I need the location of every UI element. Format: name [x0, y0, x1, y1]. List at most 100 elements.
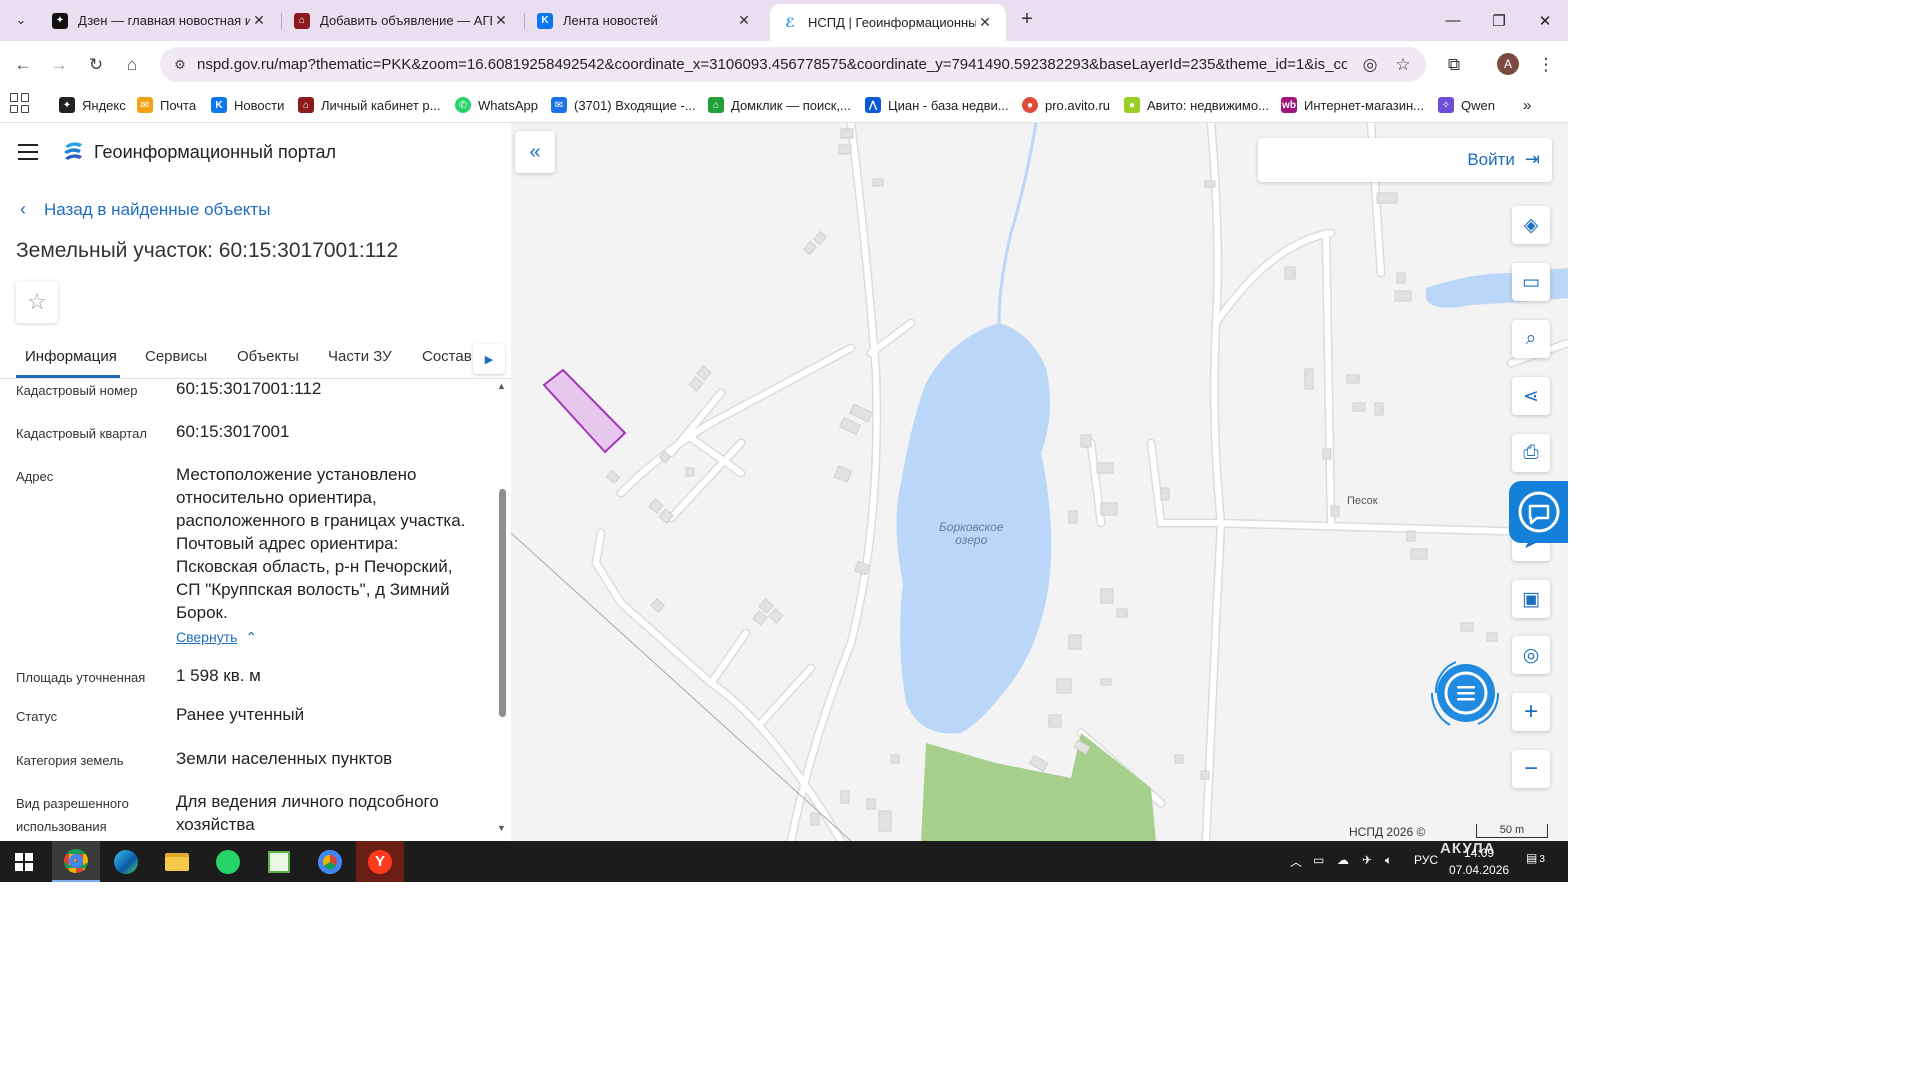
scrollbar-thumb[interactable]: [499, 489, 506, 717]
portal-logo-icon: [64, 142, 82, 160]
land-category-value: Земли населенных пунктов: [176, 749, 393, 768]
tab-composition[interactable]: Состав: [422, 348, 472, 365]
scroll-down-arrow-icon[interactable]: ▼: [497, 823, 506, 833]
collapse-address-link[interactable]: Свернуть ⌃: [176, 629, 257, 646]
photos-taskbar-icon[interactable]: [255, 841, 303, 882]
yandex-browser-icon[interactable]: Y: [356, 841, 404, 882]
share-icon[interactable]: ⋖: [1512, 377, 1550, 415]
bookmark-qwen[interactable]: ✧ Qwen: [1438, 94, 1495, 116]
bookmark-whatsapp[interactable]: ✆ WhatsApp: [455, 94, 538, 116]
login-button[interactable]: Войти ⇥: [1467, 149, 1540, 170]
battery-icon[interactable]: ▭: [1313, 853, 1324, 867]
bookmark-star-icon[interactable]: ☆: [1392, 54, 1414, 76]
support-chat-button[interactable]: [1509, 481, 1568, 543]
tab-dzen[interactable]: ✦ Дзен — главная новостная ин ✕: [40, 0, 280, 41]
back-arrow-icon[interactable]: ←: [10, 52, 36, 78]
tab-information[interactable]: Информация: [25, 348, 117, 365]
more-bookmarks-chevron-icon[interactable]: »: [1523, 94, 1531, 116]
bookmark-wildberries[interactable]: wb Интернет-магазин...: [1281, 94, 1424, 116]
layers-icon[interactable]: ◈: [1512, 206, 1550, 244]
tab-vk-feed[interactable]: K Лента новостей ✕: [525, 0, 765, 41]
volume-icon[interactable]: 🔈︎: [1385, 853, 1392, 868]
favorite-star-icon[interactable]: ☆: [16, 281, 58, 323]
wildberries-icon: wb: [1281, 97, 1297, 113]
cian-icon: ⋀: [865, 97, 881, 113]
print-icon[interactable]: ⎙: [1512, 434, 1550, 472]
tab-agency[interactable]: ⌂ Добавить объявление — АГЕН ✕: [282, 0, 522, 41]
windows-taskbar: Y ︿ ▭ ☁ ✈ 🔈︎ РУС 14:09 07.04.2026 ▤ 3: [0, 841, 1568, 882]
avito-icon: ●: [1124, 97, 1140, 113]
edge-taskbar-icon[interactable]: [102, 841, 150, 882]
bookmark-domclick[interactable]: ⌂ Домклик — поиск,...: [708, 94, 851, 116]
cloud-icon[interactable]: ☁: [1337, 853, 1349, 867]
close-tab-icon[interactable]: ✕: [735, 12, 753, 29]
minimize-icon[interactable]: —: [1430, 0, 1476, 41]
notifications-icon[interactable]: ▤ 3: [1526, 851, 1545, 865]
language-indicator[interactable]: РУС: [1414, 853, 1438, 867]
bookmark-yandex[interactable]: ✦ Яндекс: [59, 94, 126, 116]
restore-icon[interactable]: ❐: [1476, 0, 1522, 41]
whatsapp-taskbar-icon[interactable]: [204, 841, 252, 882]
bookmark-cabinet[interactable]: ⌂ Личный кабинет р...: [298, 94, 440, 116]
collapse-panel-icon[interactable]: «: [515, 131, 555, 173]
bookmark-inbox[interactable]: ✉ (3701) Входящие -...: [551, 94, 696, 116]
screen-icon[interactable]: ▣: [1512, 580, 1550, 618]
chrome-taskbar-icon[interactable]: [52, 841, 100, 882]
apps-grid-icon[interactable]: [10, 93, 30, 113]
close-window-icon[interactable]: ✕: [1522, 0, 1568, 41]
close-tab-icon[interactable]: ✕: [250, 12, 268, 29]
tab-services[interactable]: Сервисы: [145, 348, 207, 365]
scroll-up-arrow-icon[interactable]: ▲: [497, 381, 506, 391]
geolocate-icon[interactable]: ◎: [1512, 636, 1550, 674]
zoom-out-icon[interactable]: −: [1512, 750, 1550, 788]
area-value: 1 598 кв. м: [176, 666, 261, 685]
tabs-scroll-right-icon[interactable]: ▶: [473, 344, 505, 374]
back-to-results-link[interactable]: ‹ Назад в найденные объекты: [20, 199, 270, 220]
map-canvas[interactable]: Борковское озеро Песок: [511, 123, 1568, 841]
bookmark-mail[interactable]: ✉ Почта: [137, 94, 196, 116]
bookmark-avito[interactable]: ● Авито: недвижимо...: [1124, 94, 1269, 116]
bookmark-pro-avito[interactable]: ● pro.avito.ru: [1022, 94, 1110, 116]
tab-land-parts[interactable]: Части ЗУ: [328, 348, 392, 365]
close-tab-icon[interactable]: ✕: [976, 14, 994, 31]
airplane-icon[interactable]: ✈: [1362, 853, 1372, 867]
tab-nspd[interactable]: ℰ НСПД | Геоинформационный ✕: [770, 4, 1006, 41]
assistant-chat-icon[interactable]: [1426, 655, 1508, 731]
chrome-taskbar-icon-2[interactable]: [306, 841, 354, 882]
menu-kebab-icon[interactable]: ⋮: [1533, 52, 1559, 78]
new-tab-plus-icon[interactable]: +: [1016, 9, 1038, 31]
tab-objects[interactable]: Объекты: [237, 348, 299, 365]
site-info-icon[interactable]: ⚙: [168, 53, 192, 77]
nspd-icon: ℰ: [782, 14, 798, 31]
info-panel: Геоинформационный портал ‹ Назад в найде…: [0, 123, 511, 841]
home-icon[interactable]: ⌂: [119, 52, 145, 78]
close-tab-icon[interactable]: ✕: [492, 12, 510, 29]
tray-chevron-up-icon[interactable]: ︿: [1290, 853, 1302, 870]
menu-hamburger-icon[interactable]: [18, 144, 38, 160]
url-text[interactable]: nspd.gov.ru/map?thematic=PKK&zoom=16.608…: [197, 56, 1347, 73]
active-tab-indicator: [16, 375, 120, 378]
extensions-icon[interactable]: ⧉: [1441, 52, 1467, 78]
bookmark-news[interactable]: K Новости: [211, 94, 284, 116]
search-area-icon[interactable]: ⌕: [1512, 320, 1550, 358]
ruler-icon[interactable]: ▭: [1512, 263, 1550, 301]
windows-start-icon[interactable]: [0, 841, 48, 882]
file-explorer-icon[interactable]: [153, 841, 201, 882]
permitted-use-label: Вид разрешенного использования: [16, 796, 129, 834]
agency-icon: ⌂: [294, 12, 310, 29]
browser-tab-strip: ⌄ ✦ Дзен — главная новостная ин ✕ ⌂ Доба…: [0, 0, 1568, 41]
dzen-icon: ✦: [52, 12, 68, 29]
zoom-in-icon[interactable]: +: [1512, 693, 1550, 731]
bookmark-cian[interactable]: ⋀ Циан - база недви...: [865, 94, 1009, 116]
tab-search-chevron-icon[interactable]: ⌄: [8, 7, 34, 33]
address-bar[interactable]: ⚙ nspd.gov.ru/map?thematic=PKK&zoom=16.6…: [160, 47, 1426, 82]
profile-avatar[interactable]: A: [1497, 53, 1519, 75]
map-copyright: НСПД 2026 ©: [1349, 825, 1426, 839]
chevron-up-icon: ⌃: [245, 629, 258, 645]
cadastral-quarter-value: 60:15:3017001: [176, 422, 290, 441]
forest-shape: [921, 733, 1156, 841]
reload-icon[interactable]: ↻: [83, 52, 109, 78]
vk-icon: K: [537, 12, 553, 29]
forward-arrow-icon[interactable]: →: [46, 52, 72, 78]
eye-off-icon[interactable]: ◎: [1359, 54, 1381, 76]
